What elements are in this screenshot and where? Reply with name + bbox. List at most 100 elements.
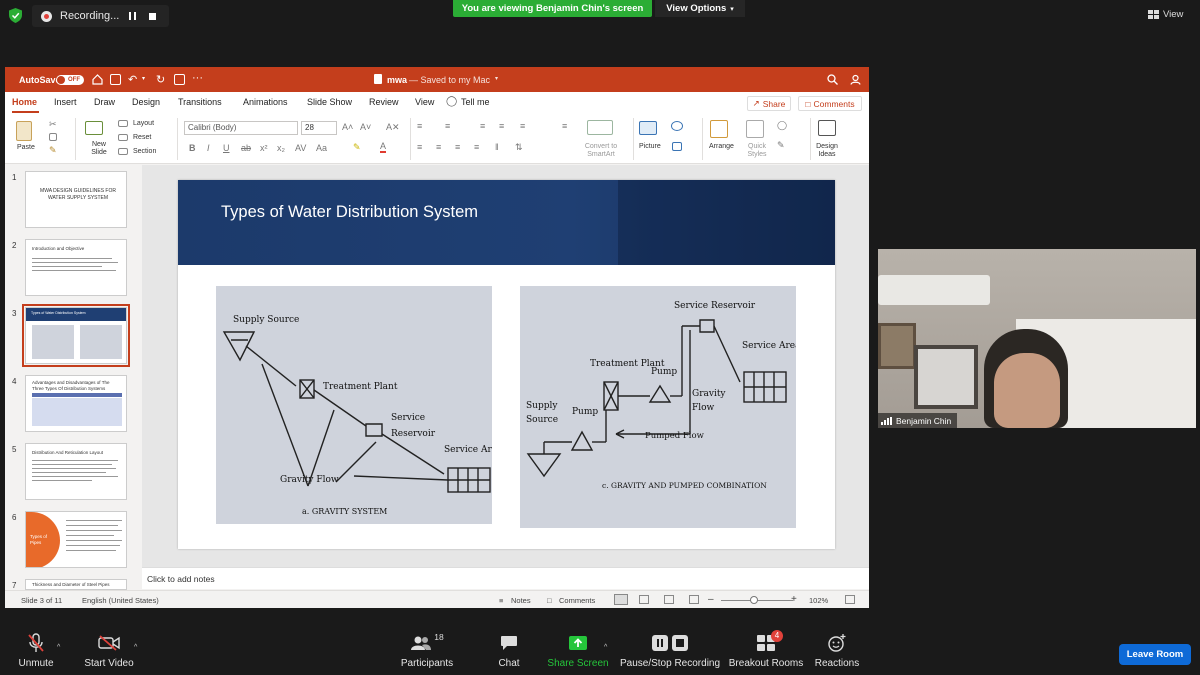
section-label[interactable]: Section — [133, 148, 156, 155]
underline-icon[interactable]: U — [223, 143, 230, 153]
picture-label[interactable]: Picture — [639, 143, 661, 150]
thumb-slide-5[interactable]: Distribution And Reticulation Layout — [25, 443, 127, 500]
comments-button[interactable]: □ Comments — [798, 96, 862, 111]
tab-animations[interactable]: Animations — [243, 97, 288, 107]
font-color-icon[interactable]: A — [380, 142, 387, 153]
tab-slide-show[interactable]: Slide Show — [307, 97, 352, 107]
align-right-icon[interactable]: ≡ — [455, 142, 460, 152]
tab-insert[interactable]: Insert — [54, 97, 77, 107]
justify-icon[interactable]: ≡ — [474, 142, 479, 152]
align-left-icon[interactable]: ≡ — [417, 142, 422, 152]
new-slide-label[interactable]: New Slide — [89, 141, 109, 157]
unmute-button[interactable]: Unmute — [16, 632, 56, 675]
share-options-chevron-icon[interactable]: ^ — [604, 644, 607, 651]
notes-toggle[interactable]: Notes — [511, 596, 531, 605]
more-icon[interactable]: ··· — [192, 72, 203, 84]
strikethrough-icon[interactable]: ab — [241, 143, 251, 153]
align-center-icon[interactable]: ≡ — [436, 142, 441, 152]
autosave-toggle[interactable]: OFF — [56, 75, 84, 85]
undo-dropdown-icon[interactable]: ▾ — [142, 75, 145, 82]
shield-icon[interactable] — [9, 8, 22, 23]
zoom-in-icon[interactable]: + — [791, 594, 797, 605]
doc-status[interactable]: — Saved to my Mac — [409, 75, 490, 85]
customize-icon[interactable] — [174, 74, 185, 85]
tab-transitions[interactable]: Transitions — [178, 97, 222, 107]
grow-font-icon[interactable]: A˄ — [342, 122, 353, 132]
design-ideas-icon[interactable] — [818, 120, 836, 136]
font-size-select[interactable]: 28 — [301, 121, 337, 135]
italic-icon[interactable]: I — [207, 143, 210, 153]
account-icon[interactable] — [850, 74, 861, 85]
chat-button[interactable]: Chat — [494, 632, 524, 675]
bold-icon[interactable]: B — [189, 143, 196, 153]
line-spacing-icon[interactable]: ≡ — [520, 121, 525, 131]
breakout-rooms-button[interactable]: 4 Breakout Rooms — [729, 630, 803, 675]
video-options-chevron-icon[interactable]: ^ — [134, 644, 137, 651]
reading-view-icon[interactable] — [664, 595, 674, 604]
thumb-slide-1[interactable]: MWA DESIGN GUIDELINES FOR WATER SUPPLY S… — [25, 171, 127, 228]
participants-button[interactable]: 18 Participants — [399, 632, 455, 675]
share-button[interactable]: ↗ Share — [747, 96, 791, 111]
audio-options-chevron-icon[interactable]: ^ — [57, 644, 60, 651]
slide-title[interactable]: Types of Water Distribution System — [221, 203, 478, 222]
view-options-button[interactable]: View Options ▾ — [655, 0, 745, 17]
tab-design[interactable]: Design — [132, 97, 160, 107]
font-family-select[interactable]: Calibri (Body) — [184, 121, 298, 135]
shape-outline-icon[interactable]: ✎ — [777, 140, 785, 151]
zoom-percentage[interactable]: 102% — [809, 596, 828, 605]
save-icon[interactable] — [110, 74, 121, 85]
fit-to-window-icon[interactable] — [845, 595, 855, 604]
figure-gravity-pumped-combination[interactable]: Service Reservoir Service Area Treatment… — [520, 286, 796, 528]
chevron-down-icon[interactable]: ▾ — [495, 75, 498, 82]
columns-icon[interactable]: ‖ — [495, 142, 499, 152]
shrink-font-icon[interactable]: A˅ — [360, 122, 371, 132]
reset-icon[interactable] — [118, 134, 128, 141]
paste-label[interactable]: Paste — [17, 144, 35, 151]
pause-recording-button[interactable] — [124, 8, 140, 24]
section-icon[interactable] — [118, 148, 128, 155]
char-spacing-icon[interactable]: AV — [295, 143, 306, 153]
tab-draw[interactable]: Draw — [94, 97, 115, 107]
tell-me[interactable]: Tell me — [461, 97, 490, 107]
numbering-icon[interactable]: ≡ — [445, 121, 450, 131]
format-painter-icon[interactable]: ✎ — [49, 145, 57, 156]
superscript-icon[interactable]: x² — [260, 143, 268, 153]
thumb-slide-3[interactable]: Types of Water Distribution System — [22, 304, 130, 367]
change-case-icon[interactable]: Aa — [316, 143, 327, 153]
text-direction-icon[interactable]: ⇅ — [515, 142, 523, 153]
figure-gravity-system[interactable]: Supply Source Treatment Plant Service Re… — [216, 286, 492, 524]
reactions-button[interactable]: Reactions — [815, 632, 859, 675]
copy-icon[interactable] — [49, 133, 57, 141]
arrange-label[interactable]: Arrange — [709, 143, 734, 150]
picture-icon[interactable] — [639, 121, 657, 135]
start-video-button[interactable]: Start Video — [82, 632, 136, 675]
thumb-slide-2[interactable]: Introduction and Objective — [25, 239, 127, 296]
reset-label[interactable]: Reset — [133, 134, 151, 141]
tab-home[interactable]: Home — [12, 97, 37, 107]
zoom-out-icon[interactable]: – — [708, 594, 714, 605]
text-box-icon[interactable] — [672, 142, 682, 151]
slide-sorter-icon[interactable] — [639, 595, 649, 604]
tab-review[interactable]: Review — [369, 97, 399, 107]
new-slide-icon[interactable] — [85, 121, 103, 135]
subscript-icon[interactable]: x₂ — [277, 143, 285, 153]
view-button[interactable]: View — [1148, 6, 1194, 22]
participant-video-tile[interactable]: Benjamin Chin — [878, 249, 1196, 428]
slideshow-icon[interactable] — [689, 595, 699, 604]
tab-view[interactable]: View — [415, 97, 434, 107]
leave-room-button[interactable]: Leave Room — [1119, 644, 1191, 665]
notes-pane[interactable]: Click to add notes — [142, 567, 869, 589]
quick-styles-icon[interactable] — [746, 120, 764, 138]
shape-fill-icon[interactable]: ◯ — [777, 120, 787, 131]
share-screen-button[interactable]: Share Screen — [547, 632, 609, 675]
highlight-icon[interactable]: ✎ — [353, 142, 361, 153]
redo-icon[interactable]: ↻ — [156, 73, 165, 86]
clipboard-icon[interactable] — [16, 121, 32, 141]
shapes-icon[interactable] — [671, 121, 683, 131]
layout-label[interactable]: Layout — [133, 120, 154, 127]
align-text-icon[interactable]: ≡ — [562, 121, 567, 131]
comments-toggle[interactable]: Comments — [559, 596, 595, 605]
language-status[interactable]: English (United States) — [82, 596, 159, 605]
stop-recording-button[interactable] — [144, 8, 160, 24]
increase-indent-icon[interactable]: ≡ — [499, 121, 504, 131]
